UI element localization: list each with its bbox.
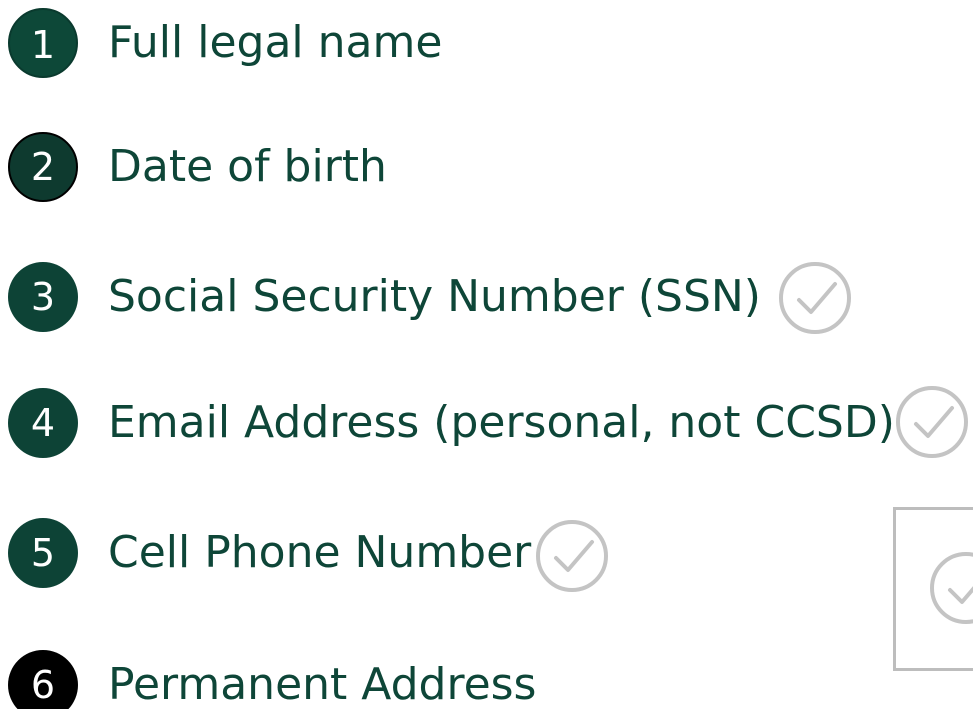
step-number-badge: 6	[8, 650, 78, 709]
checklist-page: 1 Full legal name 2 Date of birth 3 Soci…	[0, 0, 973, 709]
checklist-item-label: Email Address (personal, not CCSD)	[108, 397, 895, 448]
checklist-item-label: Permanent Address	[108, 659, 537, 709]
check-circle-icon	[775, 258, 855, 338]
step-number-badge: 4	[8, 388, 78, 458]
checklist-item-label: Date of birth	[108, 141, 387, 192]
check-circle-icon	[892, 382, 972, 462]
check-circle-icon	[532, 516, 612, 596]
check-circle-icon	[926, 548, 973, 628]
step-number-badge: 5	[8, 518, 78, 588]
checklist-item-label: Social Security Number (SSN)	[108, 271, 761, 322]
checklist-item-label: Full legal name	[108, 17, 443, 68]
checkbox-frame[interactable]	[893, 507, 973, 671]
step-number-badge: 3	[8, 262, 78, 332]
step-number-badge: 2	[8, 132, 78, 202]
checklist-item-label: Cell Phone Number	[108, 527, 532, 578]
step-number-badge: 1	[8, 8, 78, 78]
